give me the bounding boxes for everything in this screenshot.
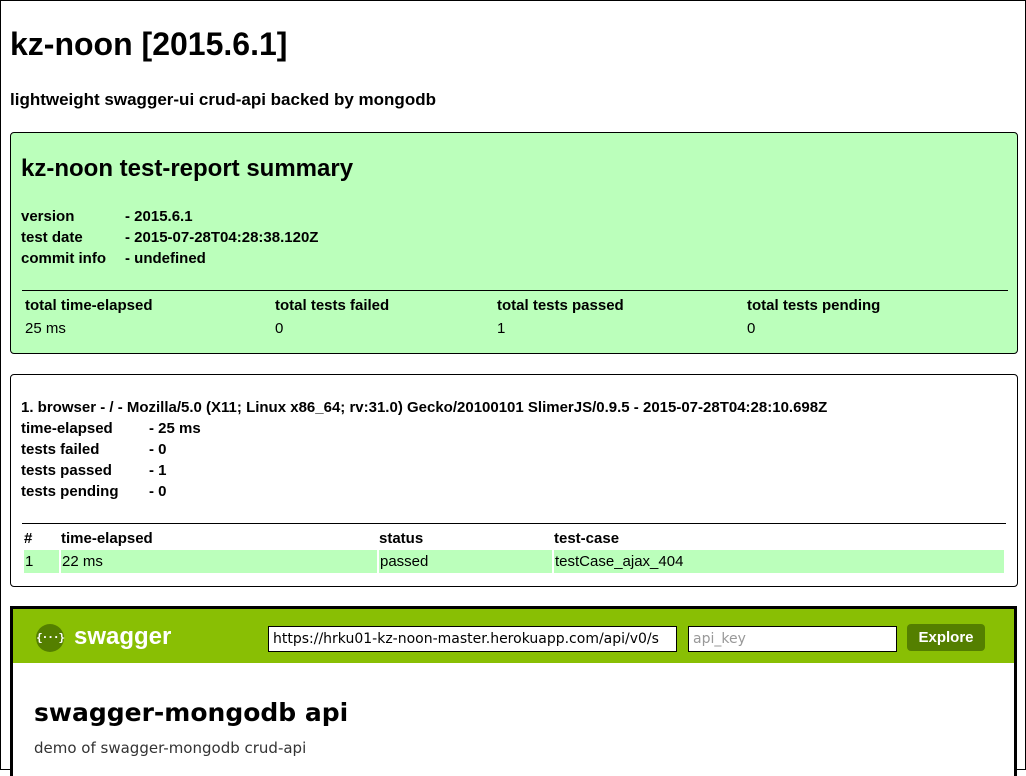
test-case-index: 1 xyxy=(24,550,59,573)
stat-total-tests-failed: 0 xyxy=(275,320,284,337)
swagger-braces-icon[interactable]: {···} xyxy=(36,624,65,652)
swagger-header: {···} swagger Explore xyxy=(13,609,1014,663)
info-value: - 1 xyxy=(149,462,167,479)
summary-info-table: version - 2015.6.1 test date - 2015-07-2… xyxy=(21,206,318,269)
column-header: test-case xyxy=(554,530,620,547)
info-label: tests failed xyxy=(21,441,100,458)
test-report-summary-panel: kz-noon test-report summary version - 20… xyxy=(10,132,1018,354)
summary-info-row-commit-info: commit info - undefined xyxy=(21,248,318,269)
info-value: - 0 xyxy=(149,441,167,458)
browser-report-panel: 1. browser - / - Mozilla/5.0 (X11; Linux… xyxy=(10,374,1018,587)
info-label: test date xyxy=(21,229,83,246)
browser-info-table: time-elapsed - 25 ms tests failed - 0 te… xyxy=(21,418,201,502)
test-case-status: passed xyxy=(379,550,552,573)
column-header: total time-elapsed xyxy=(25,297,153,314)
browser-info-row-tests-passed: tests passed - 1 xyxy=(21,460,201,481)
test-cases-table: # time-elapsed status test-case 1 22 ms … xyxy=(22,523,1006,573)
browser-report-heading: 1. browser - / - Mozilla/5.0 (X11; Linux… xyxy=(21,399,828,416)
api-title: swagger-mongodb api xyxy=(34,698,349,727)
api-key-input[interactable] xyxy=(688,626,897,652)
summary-title: kz-noon test-report summary xyxy=(21,155,354,182)
column-header: total tests pending xyxy=(747,297,881,314)
column-header: total tests failed xyxy=(275,297,390,314)
table-row: 1 22 ms passed testCase_ajax_404 xyxy=(24,550,1004,573)
info-label: time-elapsed xyxy=(21,420,113,437)
column-header: status xyxy=(379,530,424,547)
info-value: - 0 xyxy=(149,483,167,500)
info-label: tests passed xyxy=(21,462,112,479)
stats-header-row: total time-elapsed total tests failed to… xyxy=(22,291,1008,317)
summary-info-row-test-date: test date - 2015-07-28T04:28:38.120Z xyxy=(21,227,318,248)
stat-total-tests-pending: 0 xyxy=(747,320,756,337)
info-value: - 25 ms xyxy=(149,420,201,437)
info-label: commit info xyxy=(21,250,106,267)
column-header: total tests passed xyxy=(497,297,624,314)
stat-total-time-elapsed: 25 ms xyxy=(25,320,66,337)
stats-value-row: 25 ms 0 1 0 xyxy=(22,316,1008,341)
swagger-brand-link[interactable]: swagger xyxy=(74,622,171,652)
info-value: - 2015-07-28T04:28:38.120Z xyxy=(125,229,319,246)
page-title: kz-noon [2015.6.1] xyxy=(10,26,288,62)
summary-info-row-version: version - 2015.6.1 xyxy=(21,206,318,227)
stat-total-tests-passed: 1 xyxy=(497,320,506,337)
info-value: - undefined xyxy=(125,250,206,267)
column-header: # xyxy=(24,530,33,547)
info-value: - 2015.6.1 xyxy=(125,208,193,225)
browser-info-row-time-elapsed: time-elapsed - 25 ms xyxy=(21,418,201,439)
swagger-ui-frame: {···} swagger Explore swagger-mongodb ap… xyxy=(10,606,1017,776)
info-label: version xyxy=(21,208,75,225)
test-case-time-elapsed: 22 ms xyxy=(61,550,377,573)
test-case-name: testCase_ajax_404 xyxy=(554,550,1004,573)
page-subtitle: lightweight swagger-ui crud-api backed b… xyxy=(10,90,436,109)
api-url-input[interactable] xyxy=(268,626,677,652)
summary-stats-table: total time-elapsed total tests failed to… xyxy=(22,290,1008,341)
explore-button[interactable]: Explore xyxy=(907,624,985,651)
test-cases-header-row: # time-elapsed status test-case xyxy=(24,524,1004,550)
column-header: time-elapsed xyxy=(61,530,153,547)
info-label: tests pending xyxy=(21,483,119,500)
browser-info-row-tests-pending: tests pending - 0 xyxy=(21,481,201,502)
browser-info-row-tests-failed: tests failed - 0 xyxy=(21,439,201,460)
api-description: demo of swagger-mongodb crud-api xyxy=(34,739,307,757)
